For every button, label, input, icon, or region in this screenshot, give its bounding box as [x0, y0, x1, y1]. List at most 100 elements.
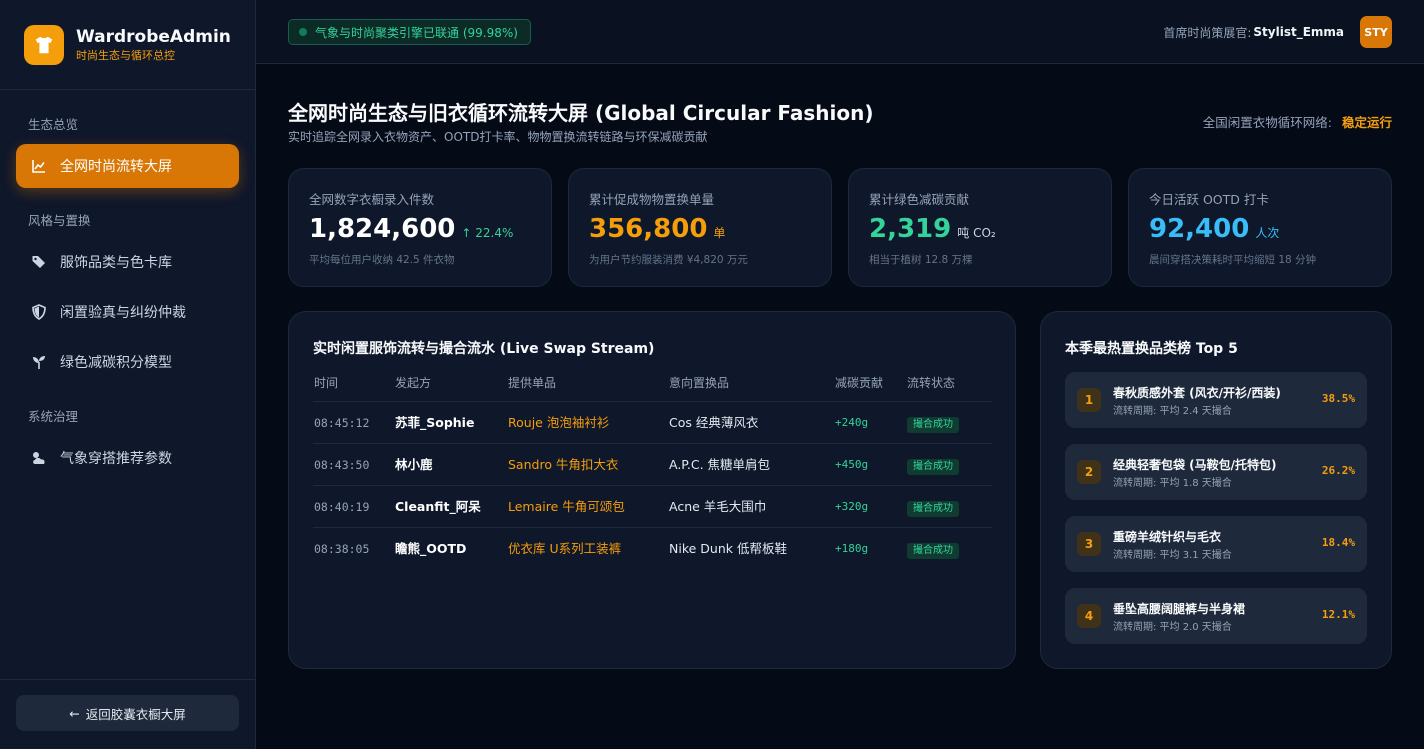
stat-label: 累计促成物物置换单量	[589, 192, 715, 207]
cell-carbon: +320g	[835, 500, 869, 513]
status-badge: 撮合成功	[907, 501, 959, 517]
ranking-item[interactable]: 2 经典轻奢包袋 (马鞍包/托特包) 流转周期: 平均 1.8 天撮合 26.2…	[1065, 444, 1367, 500]
rank-percentage: 38.5%	[1321, 392, 1355, 405]
table-row[interactable]: 08:40:19 Cleanfit_阿呆 Lemaire 牛角可颂包 Acne …	[313, 486, 992, 528]
ranking-title: 本季最热置换品类榜 Top 5	[1065, 341, 1238, 357]
cell-time: 08:43:50	[314, 458, 370, 472]
cloud-sun-icon	[30, 449, 48, 467]
stat-label: 全网数字衣橱录入件数	[309, 192, 435, 207]
stat-unit: 人次	[1255, 226, 1280, 240]
rank-category-name: 春秋质感外套 (风衣/开衫/西装)	[1113, 386, 1281, 400]
cell-time: 08:45:12	[314, 416, 370, 430]
ranking-item[interactable]: 4 垂坠高腰阔腿裤与半身裙 流转周期: 平均 2.0 天撮合 12.1%	[1065, 588, 1367, 644]
table-row[interactable]: 08:45:12 苏菲_Sophie Rouje 泡泡袖衬衫 Cos 经典薄风衣…	[313, 402, 992, 444]
arrow-left-icon: ←	[69, 705, 80, 721]
stat-note: 相当于植树 12.8 万棵	[869, 254, 973, 266]
stat-trend: ↑ 22.4%	[461, 226, 514, 240]
chart-line-icon	[30, 157, 48, 175]
page-title: 全网时尚生态与旧衣循环流转大屏 (Global Circular Fashion…	[288, 101, 874, 125]
shield-icon	[30, 303, 48, 321]
cell-initiator: Cleanfit_阿呆	[395, 499, 481, 514]
cell-carbon: +180g	[835, 542, 869, 555]
user-name[interactable]: Stylist_Emma	[1253, 25, 1344, 39]
cell-wanted-item: Acne 羊毛大围巾	[669, 499, 767, 514]
stat-card-carbon-reduction: 累计绿色减碳贡献 2,319 吨 CO₂ 相当于植树 12.8 万棵	[848, 168, 1112, 287]
cell-offered-item: 优衣库 U系列工装裤	[508, 541, 622, 556]
cell-wanted-item: A.P.C. 焦糖单肩包	[669, 457, 771, 472]
top-bar: 气象与时尚聚类引擎已联通 (99.98%) 首席时尚策展官: Stylist_E…	[256, 0, 1424, 64]
brand[interactable]: WardrobeAdmin 时尚生态与循环总控	[0, 0, 255, 90]
stat-label: 累计绿色减碳贡献	[869, 192, 970, 207]
stat-value: 1,824,600	[309, 214, 456, 244]
status-badge: 撮合成功	[907, 543, 959, 559]
cell-wanted-item: Nike Dunk 低帮板鞋	[669, 541, 787, 556]
back-button-label: 返回胶囊衣橱大屏	[85, 706, 186, 722]
status-badge: 撮合成功	[907, 417, 959, 433]
page-subtitle: 实时追踪全网录入衣物资产、OOTD打卡率、物物置换流转链路与环保减碳贡献	[288, 130, 708, 144]
tshirt-icon	[24, 24, 64, 65]
cell-wanted-item: Cos 经典薄风衣	[669, 415, 759, 430]
nav-section-style: 风格与置换	[28, 213, 91, 228]
rank-cycle: 流转周期: 平均 2.4 天撮合	[1113, 406, 1232, 417]
ranking-item[interactable]: 1 春秋质感外套 (风衣/开衫/西装) 流转周期: 平均 2.4 天撮合 38.…	[1065, 372, 1367, 428]
stat-note: 晨间穿搭决策耗时平均缩短 18 分钟	[1149, 254, 1317, 266]
cell-time: 08:40:19	[314, 500, 370, 514]
cell-initiator: 苏菲_Sophie	[395, 415, 475, 430]
engine-status-pill: 气象与时尚聚类引擎已联通 (99.98%)	[288, 19, 531, 45]
swap-stream-title: 实时闲置服饰流转与撮合流水 (Live Swap Stream)	[313, 341, 655, 357]
sidebar-item-label: 闲置验真与纠纷仲裁	[60, 305, 186, 321]
cell-carbon: +450g	[835, 458, 869, 471]
sidebar: WardrobeAdmin 时尚生态与循环总控 生态总览 全网时尚流转大屏 风格…	[0, 0, 256, 749]
cell-initiator: 林小鹿	[395, 457, 433, 472]
ranking-item[interactable]: 3 重磅羊绒针织与毛衣 流转周期: 平均 3.1 天撮合 18.4%	[1065, 516, 1367, 572]
tags-icon	[30, 253, 48, 271]
rank-category-name: 重磅羊绒针织与毛衣	[1113, 530, 1222, 544]
brand-title: WardrobeAdmin	[76, 26, 231, 47]
stat-card-swap-orders: 累计促成物物置换单量 356,800 单 为用户节约服装消费 ¥4,820 万元	[568, 168, 832, 287]
network-status: 全国闲置衣物循环网络: 稳定运行	[1203, 112, 1392, 131]
cell-initiator: 瞻熊_OOTD	[395, 541, 467, 556]
network-status-value: 稳定运行	[1341, 115, 1392, 130]
rank-category-name: 经典轻奢包袋 (马鞍包/托特包)	[1113, 458, 1277, 472]
rank-cycle: 流转周期: 平均 1.8 天撮合	[1113, 478, 1232, 489]
rank-cycle: 流转周期: 平均 3.1 天撮合	[1113, 550, 1232, 561]
sidebar-item-authentication[interactable]: 闲置验真与纠纷仲裁	[16, 290, 239, 334]
stat-value: 2,319	[869, 214, 952, 244]
sidebar-item-fashion-dashboard[interactable]: 全网时尚流转大屏	[16, 144, 239, 188]
status-dot-icon	[299, 28, 307, 36]
table-row[interactable]: 08:38:05 瞻熊_OOTD 优衣库 U系列工装裤 Nike Dunk 低帮…	[313, 528, 992, 570]
nav-section-governance: 系统治理	[28, 409, 79, 424]
rank-percentage: 18.4%	[1321, 536, 1355, 549]
sidebar-item-weather-params[interactable]: 气象穿搭推荐参数	[16, 436, 239, 480]
column-header-time: 时间	[314, 376, 339, 390]
rank-number: 4	[1077, 604, 1101, 628]
stat-card-wardrobe-items: 全网数字衣橱录入件数 1,824,600 ↑ 22.4% 平均每位用户收纳 42…	[288, 168, 552, 287]
sidebar-item-carbon-model[interactable]: 绿色减碳积分模型	[16, 340, 239, 384]
network-label: 全国闲置衣物循环网络:	[1202, 115, 1332, 130]
rank-percentage: 26.2%	[1321, 464, 1355, 477]
cell-carbon: +240g	[835, 416, 869, 429]
avatar[interactable]: STY	[1360, 16, 1392, 48]
table-row[interactable]: 08:43:50 林小鹿 Sandro 牛角扣大衣 A.P.C. 焦糖单肩包 +…	[313, 444, 992, 486]
stat-card-ootd-checkins: 今日活跃 OOTD 打卡 92,400 人次 晨间穿搭决策耗时平均缩短 18 分…	[1128, 168, 1392, 287]
sidebar-footer: ← 返回胶囊衣橱大屏	[0, 679, 255, 749]
rank-percentage: 12.1%	[1321, 608, 1355, 621]
column-header-offered-item: 提供单品	[508, 376, 557, 390]
rank-category-name: 垂坠高腰阔腿裤与半身裙	[1113, 602, 1246, 616]
rank-number: 1	[1077, 388, 1101, 412]
nav-section-overview: 生态总览	[28, 117, 79, 132]
column-header-wanted-item: 意向置换品	[669, 376, 730, 390]
back-to-wardrobe-button[interactable]: ← 返回胶囊衣橱大屏	[16, 695, 239, 731]
cell-offered-item: Rouje 泡泡袖衬衫	[508, 415, 610, 430]
cell-time: 08:38:05	[314, 542, 370, 556]
role-label: 首席时尚策展官:	[1163, 25, 1252, 40]
brand-subtitle: 时尚生态与循环总控	[76, 48, 175, 62]
sidebar-item-category-library[interactable]: 服饰品类与色卡库	[16, 240, 239, 284]
status-badge: 撮合成功	[907, 459, 959, 475]
rank-number: 3	[1077, 532, 1101, 556]
cell-offered-item: Sandro 牛角扣大衣	[508, 457, 619, 472]
sidebar-item-label: 绿色减碳积分模型	[60, 355, 172, 371]
stat-note: 为用户节约服装消费 ¥4,820 万元	[589, 254, 748, 266]
stat-value: 92,400	[1149, 214, 1250, 244]
stat-value: 356,800	[589, 214, 708, 244]
